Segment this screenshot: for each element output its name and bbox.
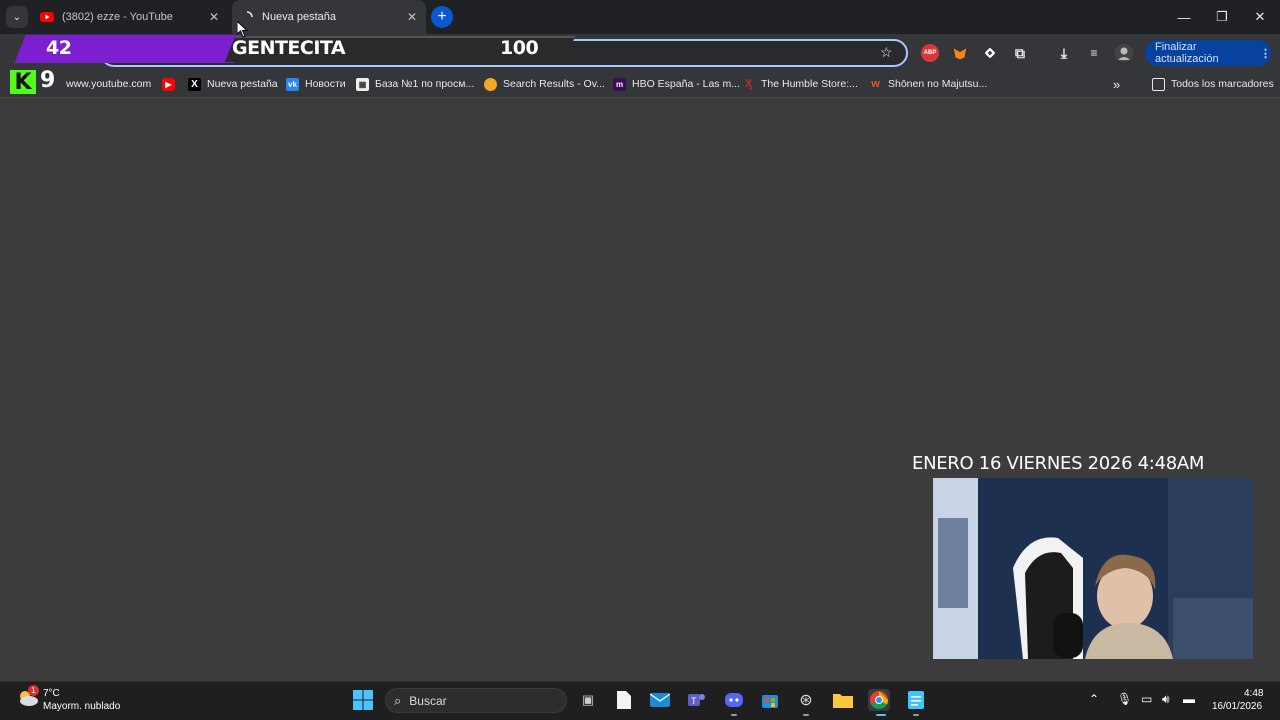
bookmark-label: www.youtube.com — [66, 78, 152, 90]
bookmark-shonen[interactable]: w Shōnen no Majutsu... — [869, 76, 987, 92]
overlay-channel-name: GENTECITA — [232, 37, 346, 59]
extension-diamond-icon[interactable] — [981, 44, 999, 62]
teams-icon[interactable]: T — [685, 689, 707, 711]
all-bookmarks-button[interactable]: Todos los marcadores — [1152, 76, 1274, 92]
store-icon[interactable] — [759, 689, 781, 711]
bookmark-baza[interactable]: ▦ База №1 по просм... — [356, 76, 474, 92]
more-bookmarks-chevron-icon[interactable]: » — [1113, 76, 1120, 92]
update-label: Finalizar actualización — [1155, 41, 1219, 65]
tab-search-chevron-icon[interactable]: ⌄ — [6, 6, 28, 28]
volume-icon[interactable]: 🔊︎ — [1162, 692, 1170, 707]
shikimori-icon: ▦ — [356, 77, 369, 91]
bookmark-hbo[interactable]: m HBO España - Las m... — [613, 76, 740, 92]
svg-text:T: T — [691, 696, 697, 706]
tab-youtube[interactable]: (3802) ezze - YouTube ✕ — [32, 0, 228, 34]
x-icon: X — [188, 77, 201, 91]
app-running-indicator — [913, 714, 919, 716]
close-tab-icon[interactable]: ✕ — [206, 9, 222, 25]
mouse-cursor-icon — [237, 21, 248, 38]
close-tab-icon[interactable]: ✕ — [404, 9, 420, 25]
tab-new-tab[interactable]: Nueva pestaña ✕ — [232, 0, 426, 34]
bookmark-search-results[interactable]: Search Results - Ov... — [484, 76, 605, 92]
bookmark-star-icon[interactable]: ☆ — [880, 44, 896, 60]
taskbar-search-input[interactable]: ⌕ Buscar — [385, 688, 567, 713]
weather-temp[interactable]: 7°C — [43, 688, 60, 699]
file-icon[interactable] — [613, 689, 635, 711]
bookmark-label: База №1 по просм... — [375, 78, 475, 90]
close-window-icon[interactable]: ✕ — [1248, 6, 1272, 28]
notepad-icon[interactable] — [905, 689, 927, 711]
obs-icon[interactable]: ⊛ — [795, 689, 817, 711]
humble-icon: Ӽ — [744, 78, 753, 90]
weather-badge: 1 — [28, 685, 39, 696]
overlay-left-count: 42 — [46, 37, 72, 59]
vk-icon: vk — [286, 77, 299, 91]
bookmark-label: Новости — [305, 78, 346, 90]
microphone-icon[interactable]: 🎙︎ — [1117, 692, 1132, 706]
m-icon: m — [613, 77, 626, 91]
app-running-indicator — [731, 714, 737, 716]
network-icon[interactable]: ▭ — [1141, 692, 1152, 706]
clock-time[interactable]: 4:48 — [1244, 688, 1263, 699]
tab-title: Nueva pestaña — [262, 11, 336, 23]
kick-logo-icon: K — [10, 70, 36, 95]
app-running-indicator — [803, 714, 809, 716]
stream-datetime: ENERO 16 VIERNES 2026 4:48AM — [912, 453, 1205, 474]
minimize-icon[interactable]: — — [1172, 6, 1196, 28]
webcam-feed — [933, 478, 1253, 659]
bookmark-humble[interactable]: Ӽ The Humble Store:... — [742, 76, 858, 92]
tab-strip: ⌄ (3802) ezze - YouTube ✕ Nueva pestaña … — [0, 0, 1280, 34]
more-menu-icon[interactable]: ⋮ — [1260, 47, 1271, 60]
restore-icon[interactable]: ❐ — [1210, 6, 1234, 28]
bookmark-label: Nueva pestaña — [207, 78, 278, 90]
folder-icon — [1152, 77, 1165, 91]
download-icon[interactable]: ⤓ — [1055, 44, 1073, 62]
youtube-icon — [40, 12, 54, 22]
tray-overflow-chevron-icon[interactable]: ⌃ — [1089, 692, 1099, 706]
youtube-icon: ▶ — [162, 77, 175, 91]
discord-icon[interactable] — [723, 689, 745, 711]
update-button[interactable]: Finalizar actualización ⋮ — [1145, 40, 1271, 66]
windows-start-icon[interactable] — [353, 690, 373, 710]
bookmark-youtube-site[interactable]: www.youtube.com — [66, 76, 151, 92]
clock-date[interactable]: 16/01/2026 — [1212, 701, 1262, 712]
all-bookmarks-label: Todos los marcadores — [1171, 78, 1274, 90]
app-active-indicator — [876, 714, 886, 716]
tab-title: (3802) ezze - YouTube — [62, 11, 173, 23]
metamask-icon[interactable] — [951, 44, 969, 62]
overlay-right-count: 100 — [500, 37, 539, 59]
folder-explorer-icon[interactable] — [832, 689, 854, 711]
bookmark-label: The Humble Store:... — [761, 78, 858, 90]
taskbar — [0, 681, 1280, 720]
circle-icon — [484, 77, 497, 91]
profile-avatar[interactable] — [1115, 44, 1133, 62]
bookmark-label: HBO España - Las m... — [632, 78, 740, 90]
bookmark-label: Shōnen no Majutsu... — [888, 78, 988, 90]
mail-icon[interactable] — [649, 689, 671, 711]
bookmark-label: Search Results - Ov... — [503, 78, 605, 90]
new-tab-button[interactable]: + — [431, 6, 453, 28]
kick-number: 9 — [40, 68, 56, 93]
puzzle-icon[interactable]: ⧉ — [1011, 44, 1029, 62]
bookmark-nueva-pestana[interactable]: X Nueva pestaña — [188, 76, 278, 92]
bookmark-novosti[interactable]: vk Новости — [286, 76, 346, 92]
search-placeholder: Buscar — [409, 693, 447, 708]
chrome-icon[interactable] — [868, 689, 890, 711]
media-icon[interactable]: ≡ — [1085, 44, 1103, 62]
w-icon: w — [871, 78, 880, 90]
search-icon: ⌕ — [394, 692, 402, 708]
weather-desc[interactable]: Mayorm. nublado — [43, 701, 120, 712]
task-view-icon[interactable]: ▣ — [577, 689, 599, 711]
battery-icon[interactable]: ▬ — [1183, 692, 1195, 706]
bookmark-youtube[interactable]: ▶ — [162, 76, 181, 92]
adblock-plus-icon[interactable]: ABP — [921, 44, 939, 62]
